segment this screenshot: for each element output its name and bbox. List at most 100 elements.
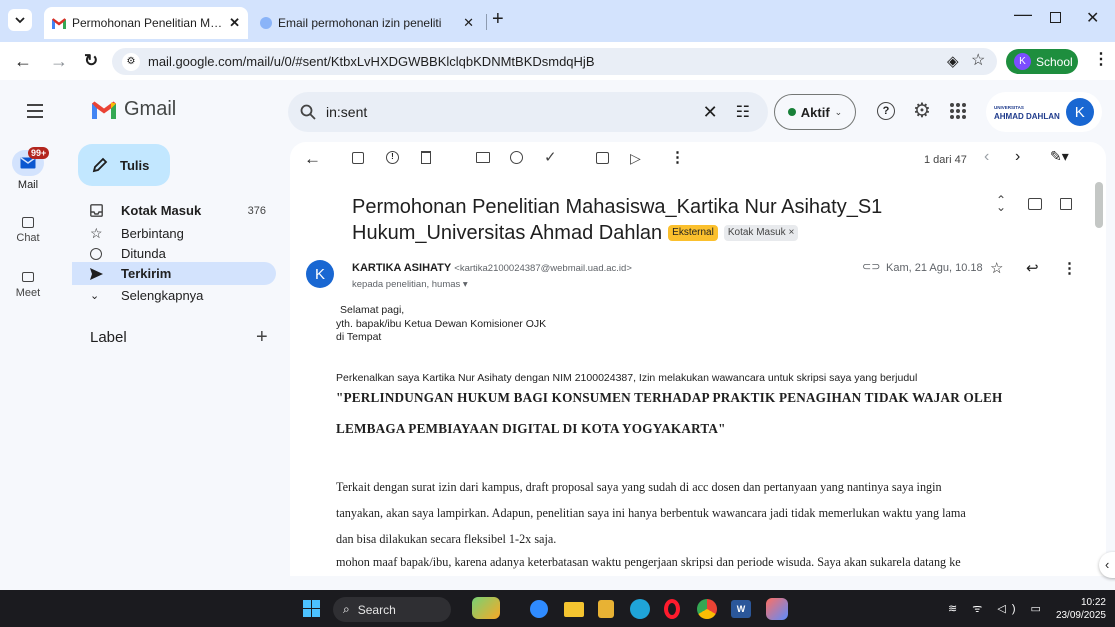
- nav-label: Selengkapnya: [121, 288, 204, 303]
- expand-all-icon[interactable]: ⌃ ⌄: [996, 194, 1006, 213]
- subject-line-2: Hukum_Universitas Ahmad Dahlan: [352, 222, 663, 244]
- word-icon[interactable]: W: [731, 600, 751, 618]
- forward-arrow-icon[interactable]: →: [50, 51, 68, 72]
- close-icon[interactable]: ✕: [229, 15, 240, 31]
- browser-menu-icon[interactable]: ⋮: [1093, 49, 1109, 69]
- account-avatar[interactable]: K: [1065, 98, 1094, 126]
- body-line: Terkait dengan surat izin dari kampus, d…: [336, 480, 942, 494]
- remove-tag-icon[interactable]: ×: [788, 227, 794, 238]
- unread-badge: 99+: [28, 147, 50, 159]
- more-options-icon[interactable]: ⋮: [670, 148, 685, 166]
- copilot-icon[interactable]: [766, 598, 788, 620]
- add-task-icon[interactable]: ✓: [544, 148, 557, 166]
- system-tray-icons[interactable]: ≋ ᯤ ◁) ▭: [948, 601, 1047, 616]
- windows-start-icon[interactable]: [303, 600, 320, 617]
- search-input[interactable]: in:sent: [326, 104, 703, 120]
- apps-grid-icon[interactable]: [950, 103, 966, 119]
- org-logo: UNIVERSITAS AHMAD DAHLAN: [994, 105, 1060, 121]
- nav-item-more[interactable]: ⌄ Selengkapnya: [72, 284, 276, 307]
- widgets-icon[interactable]: [472, 597, 500, 619]
- sender-avatar[interactable]: K: [306, 260, 334, 288]
- reading-pane: ← ! ✓ ▷ ⋮ 1 dari 47 ‹ › ✎▾ Permohonan Pe…: [290, 142, 1106, 576]
- gmail-logo[interactable]: Gmail: [92, 98, 176, 121]
- status-chip[interactable]: Aktif ⌄: [774, 94, 856, 130]
- clock-date: 23/09/2025: [1055, 610, 1106, 621]
- edge-icon[interactable]: [630, 599, 650, 619]
- delete-icon[interactable]: [421, 151, 431, 164]
- move-to-icon[interactable]: [596, 152, 609, 164]
- chevron-down-icon: ⌄: [90, 290, 100, 302]
- address-bar[interactable]: ⚙ mail.google.com/mail/u/0/#sent/KtbxLvH…: [112, 48, 997, 75]
- search-bar[interactable]: in:sent ✕ ☷: [288, 92, 768, 132]
- recipients-text: kepada penelitian, humas: [352, 279, 461, 290]
- compose-button[interactable]: Tulis: [78, 144, 170, 186]
- chrome-icon[interactable]: [697, 599, 717, 619]
- add-label-button[interactable]: +: [256, 326, 268, 349]
- rail-mail[interactable]: 99+ Mail: [8, 147, 50, 191]
- nav-item-inbox[interactable]: Kotak Masuk 376: [72, 199, 276, 222]
- snooze-icon[interactable]: [510, 151, 523, 164]
- rail-meet[interactable]: Meet: [8, 272, 48, 299]
- inbox-tag[interactable]: Kotak Masuk ×: [723, 225, 799, 241]
- sender-line: KARTIKA ASIHATY <kartika2100024387@webma…: [352, 262, 632, 274]
- app-icon-2[interactable]: [598, 600, 614, 618]
- print-icon[interactable]: [1028, 198, 1042, 210]
- search-icon: ⌕: [343, 602, 350, 616]
- close-icon[interactable]: ✕: [463, 15, 474, 31]
- archive-icon[interactable]: [352, 152, 364, 164]
- newer-arrow-icon[interactable]: ‹: [984, 148, 989, 166]
- pencil-icon: [92, 157, 108, 173]
- tab-gmail[interactable]: Permohonan Penelitian Mahasi ✕: [44, 7, 248, 39]
- clear-search-icon[interactable]: ✕: [703, 102, 718, 123]
- help-icon[interactable]: ?: [877, 102, 895, 120]
- input-tools-icon[interactable]: ✎▾: [1050, 148, 1069, 165]
- settings-gear-icon[interactable]: ⚙: [913, 98, 931, 123]
- extension-icon[interactable]: ◈: [947, 52, 959, 70]
- minimize-button[interactable]: —: [1014, 4, 1032, 25]
- greeting-line: di Tempat: [336, 331, 382, 343]
- reload-icon[interactable]: ↻: [84, 51, 98, 71]
- email-intro: Perkenalkan saya Kartika Nur Asihaty den…: [336, 372, 918, 384]
- reply-icon[interactable]: ↩: [1026, 259, 1039, 277]
- profile-chip[interactable]: K School: [1006, 49, 1078, 74]
- open-new-window-icon[interactable]: [1060, 198, 1072, 210]
- nav-item-sent[interactable]: Terkirim: [72, 262, 276, 285]
- taskbar-search[interactable]: ⌕ Search: [333, 597, 451, 622]
- main-menu-button[interactable]: [24, 102, 46, 120]
- clock-time: 10:22: [1080, 597, 1106, 608]
- mark-unread-icon[interactable]: [476, 152, 490, 163]
- rail-chat[interactable]: Chat: [8, 217, 48, 244]
- search-options-icon[interactable]: ☷: [736, 102, 750, 122]
- taskbar-clock[interactable]: 10:22 23/09/2025: [1044, 596, 1106, 622]
- account-chip[interactable]: UNIVERSITAS AHMAD DAHLAN K: [986, 92, 1102, 132]
- app-icon-1[interactable]: [530, 600, 548, 618]
- back-arrow-icon[interactable]: ←: [14, 51, 32, 72]
- opera-icon[interactable]: [664, 599, 680, 619]
- site-settings-icon[interactable]: ⚙: [122, 52, 140, 71]
- search-icon[interactable]: [300, 104, 316, 120]
- bookmark-star-icon[interactable]: ☆: [971, 50, 985, 70]
- recipients-line[interactable]: kepada penelitian, humas ▾: [352, 279, 468, 290]
- clock-icon: [90, 247, 102, 260]
- label-icon[interactable]: ▷: [630, 150, 641, 167]
- scrollbar-thumb[interactable]: [1095, 182, 1103, 228]
- nav-label: Terkirim: [121, 266, 172, 281]
- report-spam-icon[interactable]: !: [386, 151, 399, 164]
- tab-email-permohonan[interactable]: Email permohonan izin peneliti ✕: [252, 7, 482, 39]
- more-options-icon[interactable]: ⋮: [1062, 259, 1077, 277]
- taskbar-search-label: Search: [357, 602, 396, 617]
- file-explorer-icon[interactable]: [564, 602, 584, 617]
- back-arrow-icon[interactable]: ←: [304, 149, 321, 169]
- rail-label: Mail: [17, 179, 39, 191]
- pagination-text: 1 dari 47: [924, 154, 967, 166]
- labels-heading: Label: [90, 329, 127, 346]
- tab-search-button[interactable]: [8, 9, 32, 31]
- maximize-button[interactable]: [1050, 12, 1061, 23]
- rail-label: Chat: [16, 232, 40, 244]
- star-icon[interactable]: ☆: [990, 259, 1003, 277]
- close-window-button[interactable]: ✕: [1086, 8, 1099, 28]
- new-tab-button[interactable]: +: [492, 9, 504, 29]
- sender-name[interactable]: KARTIKA ASIHATY: [352, 262, 451, 274]
- older-arrow-icon[interactable]: ›: [1015, 148, 1020, 166]
- body-line: tanyakan, akan saya lampirkan. Adapun, p…: [336, 506, 966, 520]
